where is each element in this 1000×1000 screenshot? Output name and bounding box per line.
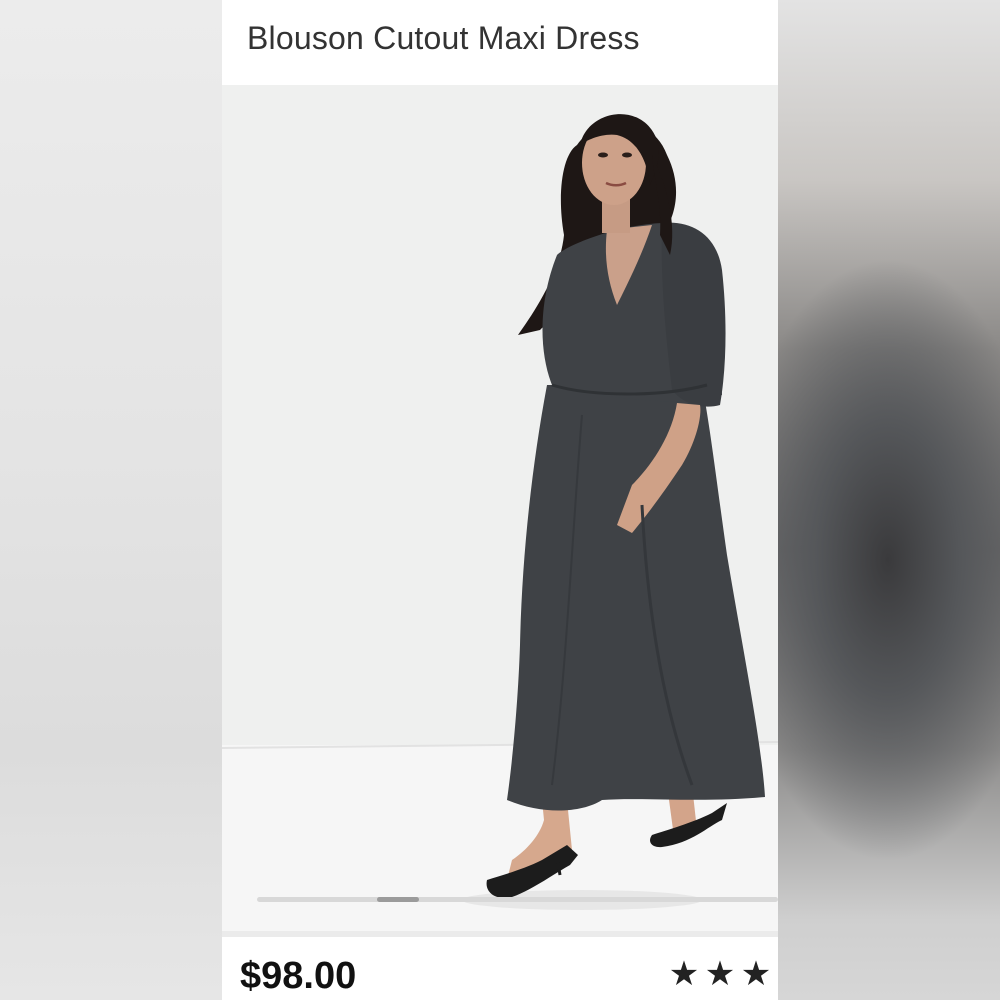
product-image-carousel[interactable] xyxy=(222,85,778,931)
star-icon: ★ xyxy=(740,955,772,993)
star-icon: ★ xyxy=(704,955,736,993)
product-price: $98.00 xyxy=(240,955,357,997)
blurred-backdrop-right xyxy=(778,0,1000,1000)
star-icon-partial: ★ xyxy=(774,952,778,996)
carousel-progress-track[interactable] xyxy=(257,897,778,902)
section-divider xyxy=(222,931,778,937)
title-bar: Blouson Cutout Maxi Dress xyxy=(222,0,778,85)
star-icon: ★ xyxy=(668,955,700,993)
model-photo xyxy=(222,85,778,931)
carousel-progress-thumb[interactable] xyxy=(377,897,419,902)
product-title: Blouson Cutout Maxi Dress xyxy=(247,20,640,56)
rating-stars[interactable]: ★★★★ xyxy=(666,952,778,996)
blurred-backdrop-left xyxy=(0,0,222,1000)
product-panel: Blouson Cutout Maxi Dress $98.00 ★ ★ ★ xyxy=(222,0,778,1000)
